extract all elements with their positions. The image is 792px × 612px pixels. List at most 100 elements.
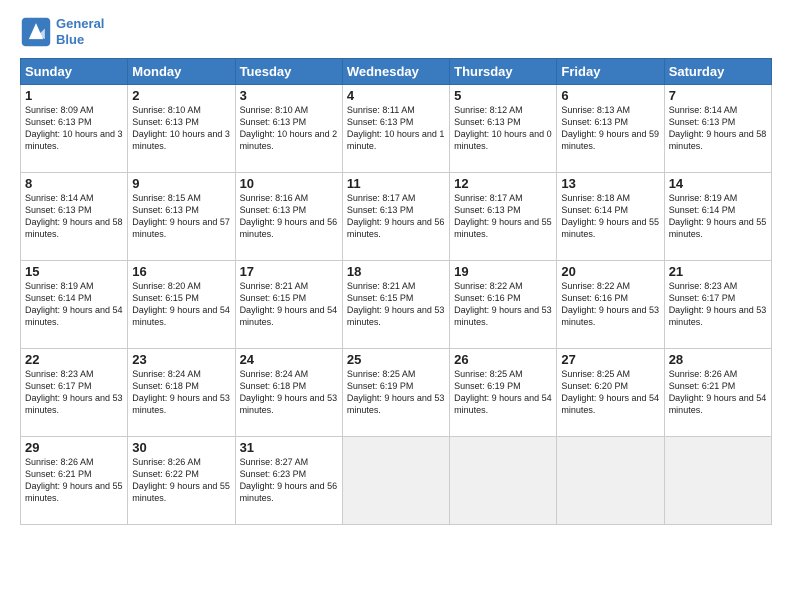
calendar-cell: 27 Sunrise: 8:25 AM Sunset: 6:20 PM Dayl… bbox=[557, 349, 664, 437]
weekday-header-tuesday: Tuesday bbox=[235, 59, 342, 85]
cell-info: Sunrise: 8:17 AM Sunset: 6:13 PM Dayligh… bbox=[454, 192, 552, 241]
calendar-cell: 21 Sunrise: 8:23 AM Sunset: 6:17 PM Dayl… bbox=[664, 261, 771, 349]
cell-info: Sunrise: 8:16 AM Sunset: 6:13 PM Dayligh… bbox=[240, 192, 338, 241]
calendar-cell: 26 Sunrise: 8:25 AM Sunset: 6:19 PM Dayl… bbox=[450, 349, 557, 437]
calendar-week-2: 8 Sunrise: 8:14 AM Sunset: 6:13 PM Dayli… bbox=[21, 173, 772, 261]
calendar-cell bbox=[342, 437, 449, 525]
day-number: 23 bbox=[132, 352, 230, 367]
calendar-cell bbox=[450, 437, 557, 525]
cell-info: Sunrise: 8:11 AM Sunset: 6:13 PM Dayligh… bbox=[347, 104, 445, 153]
calendar-week-3: 15 Sunrise: 8:19 AM Sunset: 6:14 PM Dayl… bbox=[21, 261, 772, 349]
calendar-cell: 2 Sunrise: 8:10 AM Sunset: 6:13 PM Dayli… bbox=[128, 85, 235, 173]
calendar-cell: 4 Sunrise: 8:11 AM Sunset: 6:13 PM Dayli… bbox=[342, 85, 449, 173]
day-number: 1 bbox=[25, 88, 123, 103]
cell-info: Sunrise: 8:17 AM Sunset: 6:13 PM Dayligh… bbox=[347, 192, 445, 241]
calendar-cell: 9 Sunrise: 8:15 AM Sunset: 6:13 PM Dayli… bbox=[128, 173, 235, 261]
logo: General Blue bbox=[20, 16, 104, 48]
calendar-cell: 30 Sunrise: 8:26 AM Sunset: 6:22 PM Dayl… bbox=[128, 437, 235, 525]
calendar-cell: 31 Sunrise: 8:27 AM Sunset: 6:23 PM Dayl… bbox=[235, 437, 342, 525]
cell-info: Sunrise: 8:12 AM Sunset: 6:13 PM Dayligh… bbox=[454, 104, 552, 153]
calendar-cell: 23 Sunrise: 8:24 AM Sunset: 6:18 PM Dayl… bbox=[128, 349, 235, 437]
logo-text: General Blue bbox=[56, 16, 104, 47]
calendar-week-4: 22 Sunrise: 8:23 AM Sunset: 6:17 PM Dayl… bbox=[21, 349, 772, 437]
day-number: 16 bbox=[132, 264, 230, 279]
calendar-cell: 8 Sunrise: 8:14 AM Sunset: 6:13 PM Dayli… bbox=[21, 173, 128, 261]
calendar-cell: 10 Sunrise: 8:16 AM Sunset: 6:13 PM Dayl… bbox=[235, 173, 342, 261]
day-number: 3 bbox=[240, 88, 338, 103]
cell-info: Sunrise: 8:25 AM Sunset: 6:19 PM Dayligh… bbox=[347, 368, 445, 417]
day-number: 24 bbox=[240, 352, 338, 367]
cell-info: Sunrise: 8:13 AM Sunset: 6:13 PM Dayligh… bbox=[561, 104, 659, 153]
cell-info: Sunrise: 8:14 AM Sunset: 6:13 PM Dayligh… bbox=[25, 192, 123, 241]
weekday-header-sunday: Sunday bbox=[21, 59, 128, 85]
weekday-header-row: SundayMondayTuesdayWednesdayThursdayFrid… bbox=[21, 59, 772, 85]
cell-info: Sunrise: 8:24 AM Sunset: 6:18 PM Dayligh… bbox=[132, 368, 230, 417]
cell-info: Sunrise: 8:22 AM Sunset: 6:16 PM Dayligh… bbox=[561, 280, 659, 329]
day-number: 4 bbox=[347, 88, 445, 103]
day-number: 10 bbox=[240, 176, 338, 191]
cell-info: Sunrise: 8:23 AM Sunset: 6:17 PM Dayligh… bbox=[25, 368, 123, 417]
day-number: 21 bbox=[669, 264, 767, 279]
day-number: 8 bbox=[25, 176, 123, 191]
cell-info: Sunrise: 8:09 AM Sunset: 6:13 PM Dayligh… bbox=[25, 104, 123, 153]
logo-icon bbox=[20, 16, 52, 48]
calendar-cell: 15 Sunrise: 8:19 AM Sunset: 6:14 PM Dayl… bbox=[21, 261, 128, 349]
calendar-cell: 19 Sunrise: 8:22 AM Sunset: 6:16 PM Dayl… bbox=[450, 261, 557, 349]
cell-info: Sunrise: 8:18 AM Sunset: 6:14 PM Dayligh… bbox=[561, 192, 659, 241]
calendar-cell: 1 Sunrise: 8:09 AM Sunset: 6:13 PM Dayli… bbox=[21, 85, 128, 173]
cell-info: Sunrise: 8:19 AM Sunset: 6:14 PM Dayligh… bbox=[669, 192, 767, 241]
day-number: 29 bbox=[25, 440, 123, 455]
calendar-cell: 7 Sunrise: 8:14 AM Sunset: 6:13 PM Dayli… bbox=[664, 85, 771, 173]
weekday-header-saturday: Saturday bbox=[664, 59, 771, 85]
calendar-cell: 5 Sunrise: 8:12 AM Sunset: 6:13 PM Dayli… bbox=[450, 85, 557, 173]
calendar-cell: 24 Sunrise: 8:24 AM Sunset: 6:18 PM Dayl… bbox=[235, 349, 342, 437]
day-number: 12 bbox=[454, 176, 552, 191]
calendar-cell bbox=[664, 437, 771, 525]
page: General Blue SundayMondayTuesdayWednesda… bbox=[0, 0, 792, 612]
calendar-cell: 13 Sunrise: 8:18 AM Sunset: 6:14 PM Dayl… bbox=[557, 173, 664, 261]
cell-info: Sunrise: 8:10 AM Sunset: 6:13 PM Dayligh… bbox=[240, 104, 338, 153]
day-number: 19 bbox=[454, 264, 552, 279]
calendar-cell: 11 Sunrise: 8:17 AM Sunset: 6:13 PM Dayl… bbox=[342, 173, 449, 261]
calendar-cell: 3 Sunrise: 8:10 AM Sunset: 6:13 PM Dayli… bbox=[235, 85, 342, 173]
weekday-header-friday: Friday bbox=[557, 59, 664, 85]
day-number: 15 bbox=[25, 264, 123, 279]
cell-info: Sunrise: 8:15 AM Sunset: 6:13 PM Dayligh… bbox=[132, 192, 230, 241]
calendar-cell: 6 Sunrise: 8:13 AM Sunset: 6:13 PM Dayli… bbox=[557, 85, 664, 173]
day-number: 22 bbox=[25, 352, 123, 367]
cell-info: Sunrise: 8:24 AM Sunset: 6:18 PM Dayligh… bbox=[240, 368, 338, 417]
day-number: 13 bbox=[561, 176, 659, 191]
cell-info: Sunrise: 8:14 AM Sunset: 6:13 PM Dayligh… bbox=[669, 104, 767, 153]
header: General Blue bbox=[20, 16, 772, 48]
cell-info: Sunrise: 8:26 AM Sunset: 6:21 PM Dayligh… bbox=[25, 456, 123, 505]
cell-info: Sunrise: 8:25 AM Sunset: 6:20 PM Dayligh… bbox=[561, 368, 659, 417]
calendar-cell: 20 Sunrise: 8:22 AM Sunset: 6:16 PM Dayl… bbox=[557, 261, 664, 349]
day-number: 20 bbox=[561, 264, 659, 279]
cell-info: Sunrise: 8:22 AM Sunset: 6:16 PM Dayligh… bbox=[454, 280, 552, 329]
day-number: 5 bbox=[454, 88, 552, 103]
calendar-cell: 14 Sunrise: 8:19 AM Sunset: 6:14 PM Dayl… bbox=[664, 173, 771, 261]
calendar-cell: 12 Sunrise: 8:17 AM Sunset: 6:13 PM Dayl… bbox=[450, 173, 557, 261]
day-number: 26 bbox=[454, 352, 552, 367]
calendar-cell: 22 Sunrise: 8:23 AM Sunset: 6:17 PM Dayl… bbox=[21, 349, 128, 437]
day-number: 28 bbox=[669, 352, 767, 367]
calendar-cell: 25 Sunrise: 8:25 AM Sunset: 6:19 PM Dayl… bbox=[342, 349, 449, 437]
weekday-header-thursday: Thursday bbox=[450, 59, 557, 85]
cell-info: Sunrise: 8:20 AM Sunset: 6:15 PM Dayligh… bbox=[132, 280, 230, 329]
calendar-week-1: 1 Sunrise: 8:09 AM Sunset: 6:13 PM Dayli… bbox=[21, 85, 772, 173]
day-number: 31 bbox=[240, 440, 338, 455]
day-number: 18 bbox=[347, 264, 445, 279]
calendar-cell: 29 Sunrise: 8:26 AM Sunset: 6:21 PM Dayl… bbox=[21, 437, 128, 525]
calendar-week-5: 29 Sunrise: 8:26 AM Sunset: 6:21 PM Dayl… bbox=[21, 437, 772, 525]
calendar-cell: 16 Sunrise: 8:20 AM Sunset: 6:15 PM Dayl… bbox=[128, 261, 235, 349]
day-number: 25 bbox=[347, 352, 445, 367]
weekday-header-monday: Monday bbox=[128, 59, 235, 85]
day-number: 14 bbox=[669, 176, 767, 191]
day-number: 7 bbox=[669, 88, 767, 103]
calendar-cell: 28 Sunrise: 8:26 AM Sunset: 6:21 PM Dayl… bbox=[664, 349, 771, 437]
cell-info: Sunrise: 8:21 AM Sunset: 6:15 PM Dayligh… bbox=[347, 280, 445, 329]
calendar-cell: 18 Sunrise: 8:21 AM Sunset: 6:15 PM Dayl… bbox=[342, 261, 449, 349]
cell-info: Sunrise: 8:19 AM Sunset: 6:14 PM Dayligh… bbox=[25, 280, 123, 329]
cell-info: Sunrise: 8:26 AM Sunset: 6:22 PM Dayligh… bbox=[132, 456, 230, 505]
cell-info: Sunrise: 8:27 AM Sunset: 6:23 PM Dayligh… bbox=[240, 456, 338, 505]
